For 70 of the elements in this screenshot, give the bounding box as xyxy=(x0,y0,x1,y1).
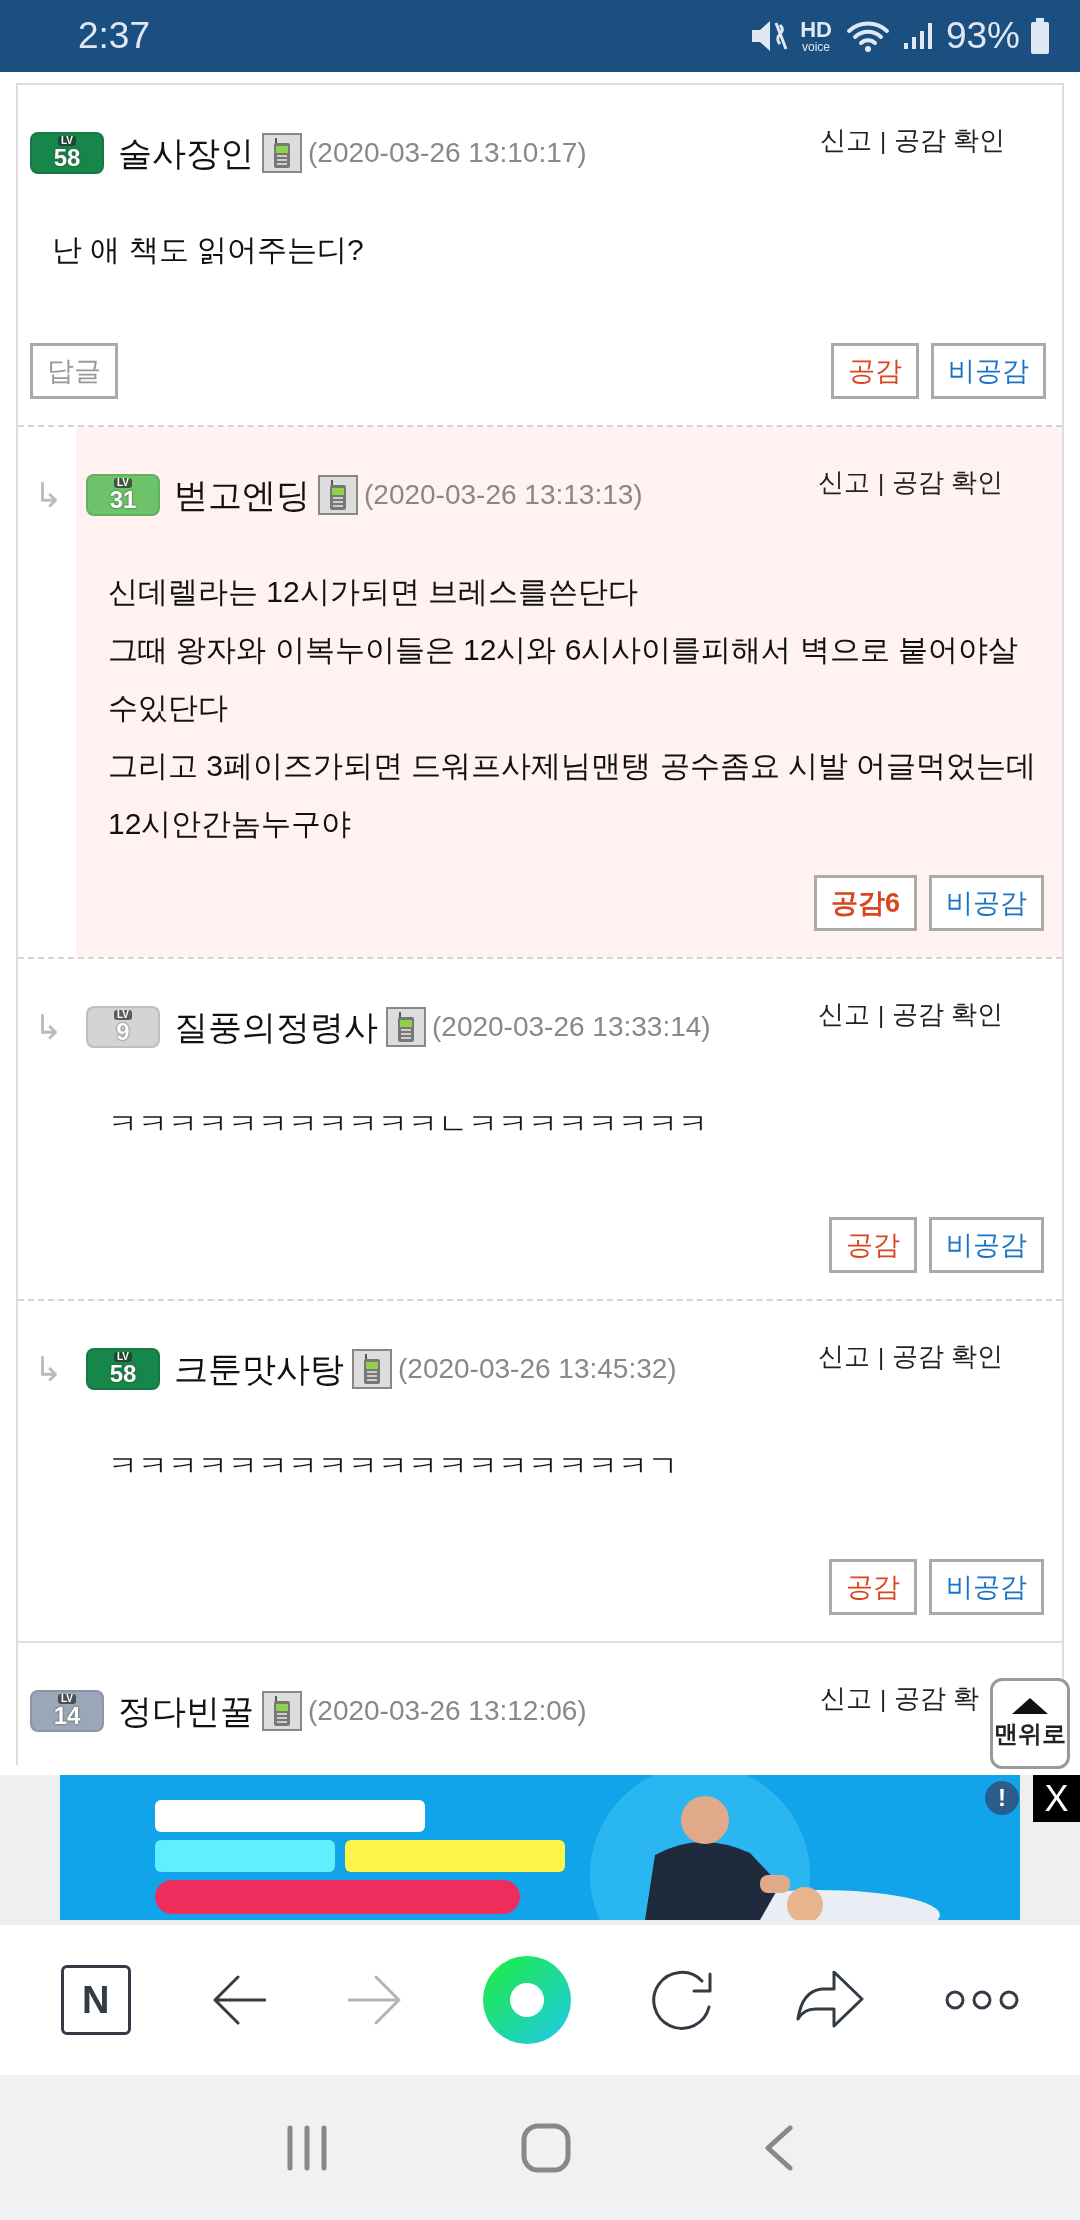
separator: | xyxy=(880,1683,887,1714)
author-name: 술사장인 xyxy=(118,132,254,174)
separator: | xyxy=(880,125,887,156)
phone-icon xyxy=(318,475,358,515)
close-button[interactable]: X xyxy=(1033,1775,1080,1822)
phone-icon xyxy=(352,1349,392,1389)
phone-icon xyxy=(262,1691,302,1731)
recent-apps-icon[interactable] xyxy=(286,2124,329,2171)
clock: 2:37 xyxy=(78,14,150,59)
dislike-button[interactable]: 비공감 xyxy=(931,343,1046,399)
reply-arrow: ↳ xyxy=(34,476,62,514)
report-link[interactable]: 신고 xyxy=(820,121,872,160)
battery-icon xyxy=(1030,18,1050,54)
reply-arrow: ↳ xyxy=(34,1350,62,1388)
comment-text: 그때 왕자와 이복누이들은 12시와 6시사이를피해서 벽으로 붙어야살수있단다 xyxy=(108,632,1020,726)
dislike-button[interactable]: 비공감 xyxy=(929,1217,1044,1273)
comment-time: (2020-03-26 13:13:13) xyxy=(364,478,643,512)
share-icon[interactable] xyxy=(795,1971,864,2029)
like-button[interactable]: 공감 xyxy=(829,1217,917,1273)
battery-percent: 93% xyxy=(945,14,1020,59)
separator: | xyxy=(878,999,885,1030)
refresh-icon[interactable] xyxy=(652,1969,715,2031)
likes-check-link[interactable]: 공감 확 xyxy=(894,1679,980,1718)
comment-time: (2020-03-26 13:10:17) xyxy=(308,136,587,170)
phone-icon xyxy=(262,133,302,173)
comment-text: 난 애 책도 읽어주는디? xyxy=(52,232,365,268)
likes-check-link[interactable]: 공감 확인 xyxy=(894,121,1006,160)
like-button[interactable]: 공감6 xyxy=(813,875,917,931)
comment-time: (2020-03-26 13:12:06) xyxy=(308,1694,587,1728)
more-icon[interactable] xyxy=(945,1988,1020,2012)
comment-text: ㅋㅋㅋㅋㅋㅋㅋㅋㅋㅋㅋㅋㅋㅋㅋㅋㅋㅋㄱ xyxy=(108,1448,679,1484)
author-name: 질풍의정령사 xyxy=(174,1006,378,1048)
separator: | xyxy=(878,467,885,498)
hd-voice-label: HD xyxy=(800,19,832,41)
author-name: 정다빈꿀 xyxy=(118,1690,254,1732)
like-button[interactable]: 공감 xyxy=(829,1559,917,1615)
forward-arrow-icon[interactable] xyxy=(347,1975,402,2025)
level-badge: LV 14 xyxy=(30,1690,104,1732)
scroll-to-top-button[interactable]: 맨위로 xyxy=(990,1678,1070,1769)
phone-icon xyxy=(386,1007,426,1047)
report-link[interactable]: 신고 xyxy=(818,995,870,1034)
dislike-button[interactable]: 비공감 xyxy=(929,875,1044,931)
level-badge: LV 58 xyxy=(86,1348,160,1390)
report-link[interactable]: 신고 xyxy=(820,1679,872,1718)
comment-time: (2020-03-26 13:45:32) xyxy=(398,1352,677,1386)
dislike-button[interactable]: 비공감 xyxy=(929,1559,1044,1615)
likes-check-link[interactable]: 공감 확인 xyxy=(892,995,1004,1034)
home-icon[interactable] xyxy=(521,2122,571,2173)
reply-arrow: ↳ xyxy=(34,1008,62,1046)
author-name: 크툰맛사탕 xyxy=(174,1348,344,1390)
likes-check-link[interactable]: 공감 확인 xyxy=(892,463,1004,502)
report-link[interactable]: 신고 xyxy=(818,1337,870,1376)
level-badge: LV 31 xyxy=(86,474,160,516)
ring-icon[interactable] xyxy=(482,1956,571,2044)
report-link[interactable]: 신고 xyxy=(818,463,870,502)
comment-time: (2020-03-26 13:33:14) xyxy=(432,1010,711,1044)
up-arrow-icon xyxy=(1010,1695,1050,1716)
level-badge: LV 58 xyxy=(30,132,104,174)
likes-check-link[interactable]: 공감 확인 xyxy=(892,1337,1004,1376)
naver-logo-button[interactable]: N xyxy=(60,1965,131,2035)
wifi-icon xyxy=(845,19,892,53)
author-name: 벋고엔딩 xyxy=(174,474,310,516)
comment-text: 그리고 3페이즈가되면 드워프사제님맨탱 공수좀요 시발 어글먹었는데 12시안간놈누구야 xyxy=(108,748,1038,842)
like-button[interactable]: 공감 xyxy=(831,343,919,399)
comment-text: 신데렐라는 12시가되면 브레스를쓴단다 xyxy=(108,574,640,610)
back-arrow-icon[interactable] xyxy=(212,1975,267,2025)
back-icon[interactable] xyxy=(763,2124,794,2171)
separator: | xyxy=(878,1341,885,1372)
hd-voice-label: voice xyxy=(802,41,831,53)
comment-text: ㅋㅋㅋㅋㅋㅋㅋㅋㅋㅋㅋㄴㅋㅋㅋㅋㅋㅋㅋㅋ xyxy=(108,1106,709,1142)
